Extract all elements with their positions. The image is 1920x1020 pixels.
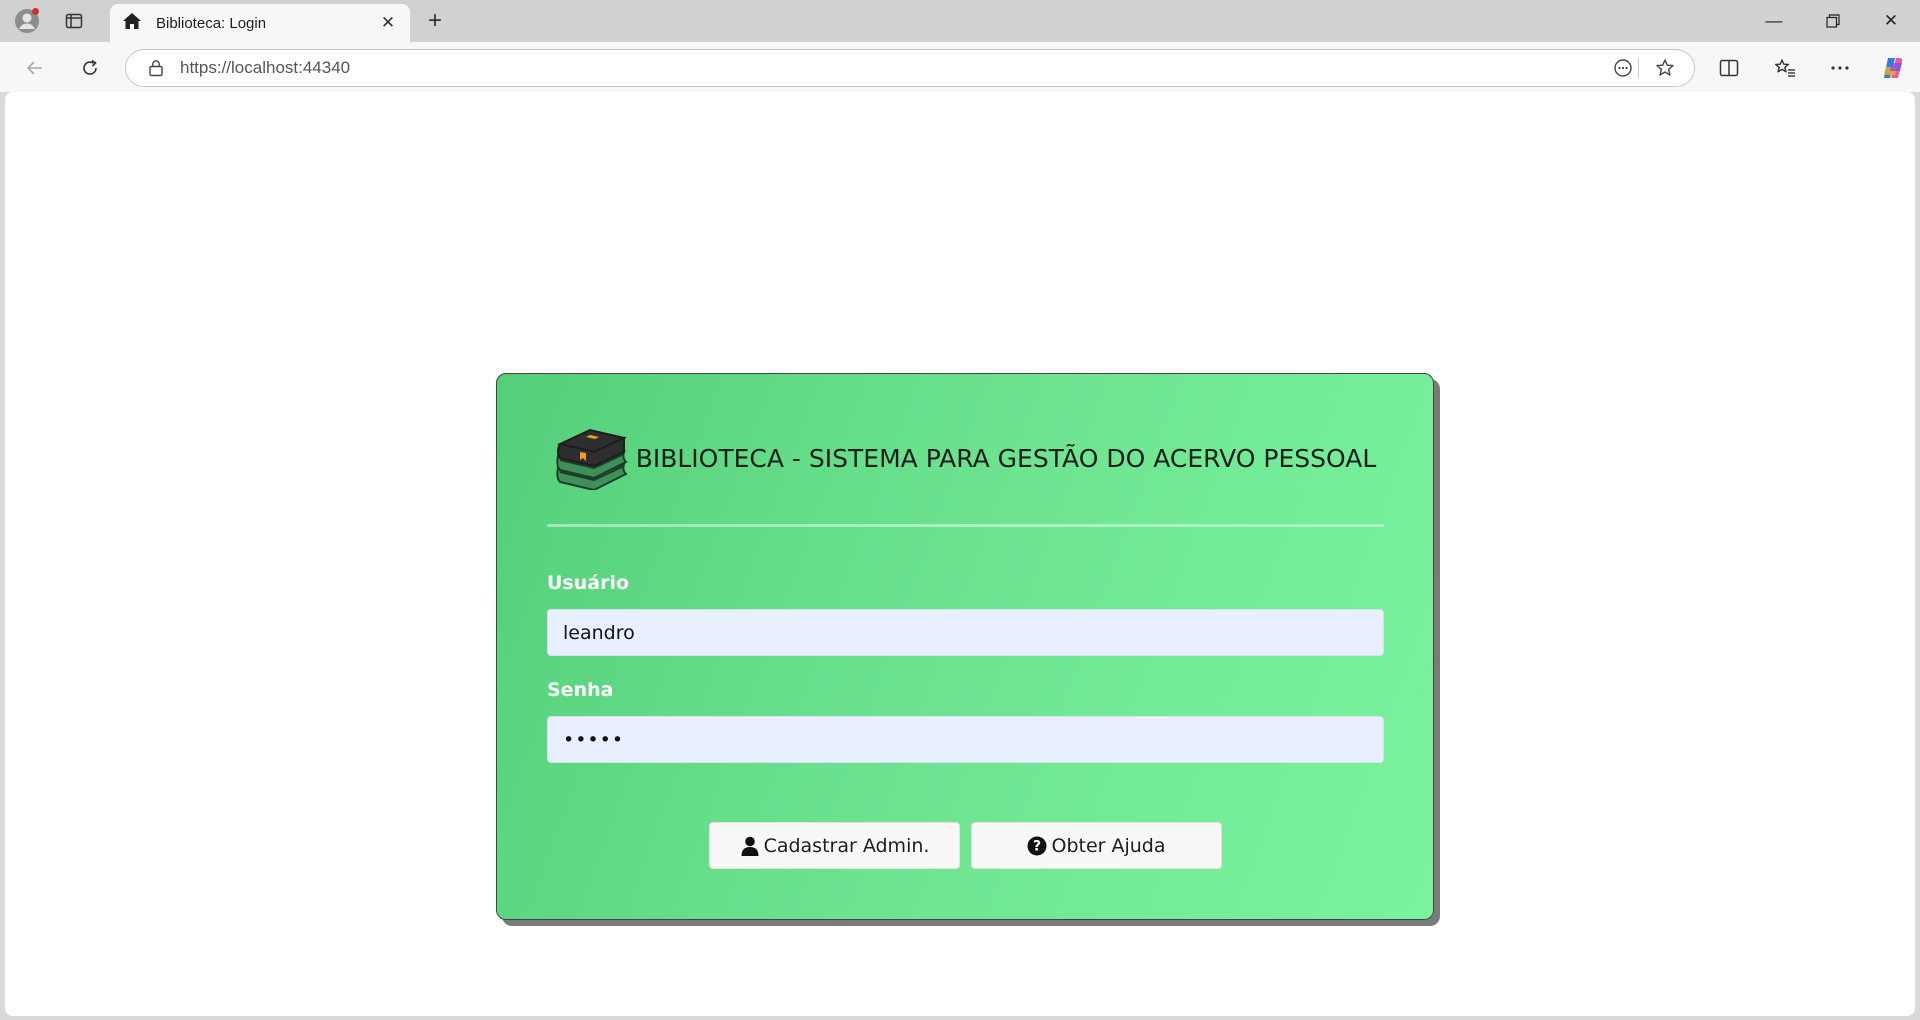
page-viewport: BIBLIOTECA - SISTEMA PARA GESTÃO DO ACER… [5,92,1915,1016]
browser-toolbar: https://localhost:44340 [0,42,1920,92]
copilot-icon[interactable] [1878,53,1908,83]
header-divider [547,524,1384,527]
register-admin-label: Cadastrar Admin. [763,834,930,857]
restore-icon[interactable] [1804,0,1862,42]
page-title: BIBLIOTECA - SISTEMA PARA GESTÃO DO ACER… [635,443,1377,473]
get-help-label: Obter Ajuda [1051,834,1166,857]
refresh-icon[interactable] [75,53,105,83]
split-screen-icon[interactable] [1714,53,1744,83]
close-tab-icon[interactable]: ✕ [378,13,398,33]
password-input[interactable] [547,716,1384,763]
tab-title: Biblioteca: Login [156,14,267,32]
home-icon [122,12,142,35]
favorites-icon[interactable] [1770,53,1800,83]
login-card: BIBLIOTECA - SISTEMA PARA GESTÃO DO ACER… [496,373,1434,920]
browser-tab-active[interactable]: Biblioteca: Login ✕ [110,4,410,42]
profile-icon[interactable] [13,7,41,35]
minimize-icon[interactable]: — [1745,0,1803,42]
question-circle-icon: ? [1027,836,1047,856]
card-header: BIBLIOTECA - SISTEMA PARA GESTÃO DO ACER… [497,426,1433,492]
new-tab-icon[interactable]: + [421,7,449,35]
reader-icon[interactable] [1607,52,1639,84]
address-bar[interactable]: https://localhost:44340 [125,49,1695,87]
lock-icon[interactable] [136,59,176,77]
browser-tab-bar: Biblioteca: Login ✕ + — ✕ [0,0,1920,42]
address-separator [1638,58,1639,78]
tab-actions-icon[interactable] [60,7,88,35]
register-admin-button[interactable]: Cadastrar Admin. [709,822,960,869]
url-text[interactable]: https://localhost:44340 [180,58,1694,78]
get-help-button[interactable]: ? Obter Ajuda [971,822,1222,869]
favorite-star-icon[interactable] [1649,52,1681,84]
more-options-icon[interactable] [1825,53,1855,83]
user-icon [740,836,760,856]
notification-dot [32,8,39,15]
password-label: Senha [547,679,614,701]
books-stack-icon [554,426,628,492]
svg-text:?: ? [1033,838,1041,854]
username-input[interactable] [547,609,1384,656]
username-label: Usuário [547,572,630,594]
close-window-icon[interactable]: ✕ [1862,0,1920,42]
back-icon[interactable] [20,53,50,83]
